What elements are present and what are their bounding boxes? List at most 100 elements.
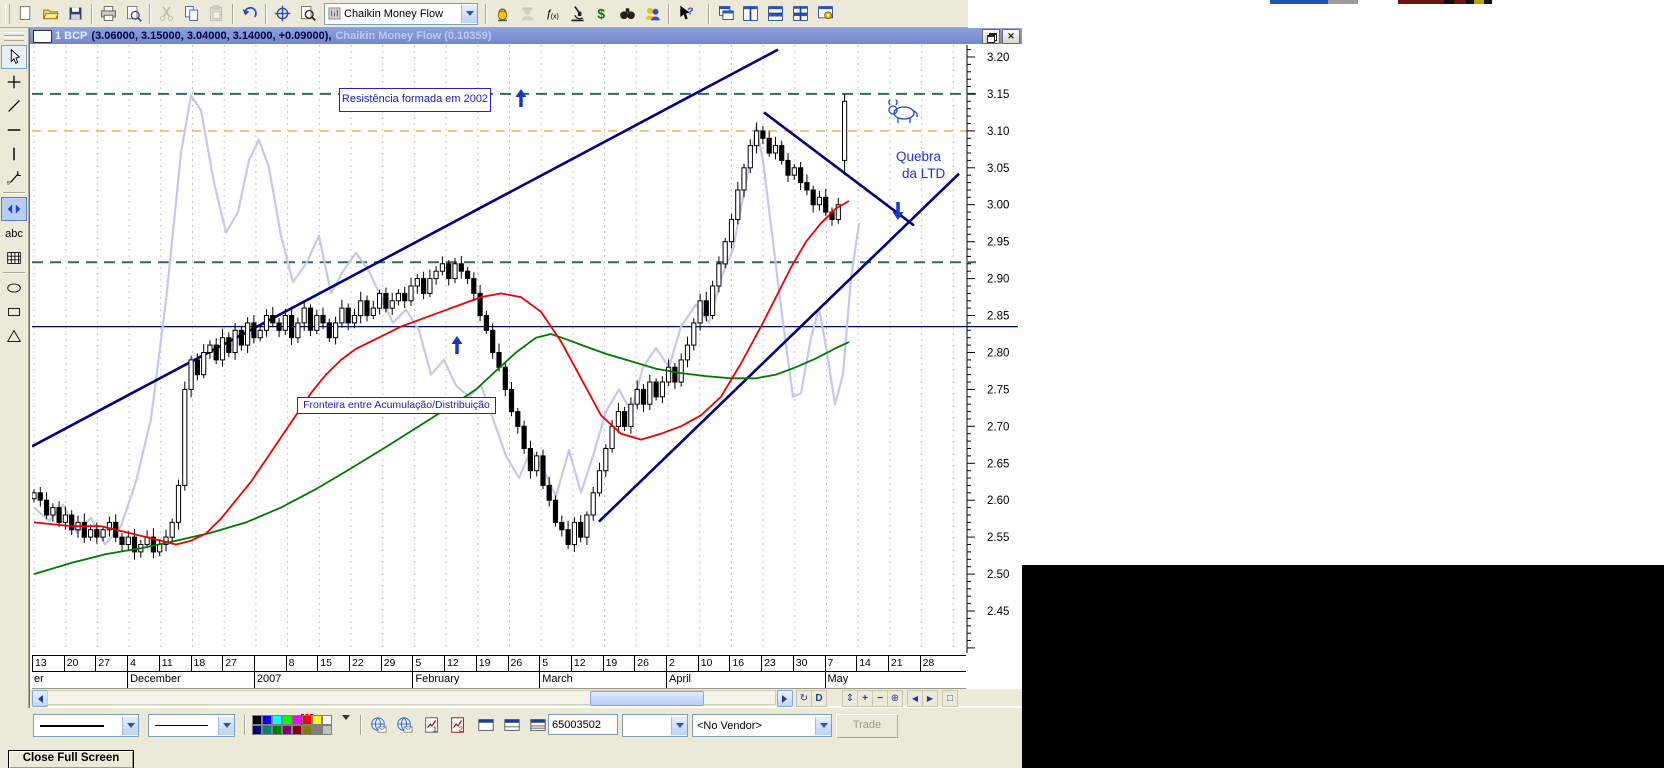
ellipse-tool-icon[interactable] bbox=[2, 277, 26, 299]
grid-tool-icon[interactable] bbox=[2, 247, 26, 269]
expert-advisor-icon[interactable] bbox=[515, 1, 540, 26]
explorer-icon[interactable] bbox=[565, 1, 590, 26]
tile-horizontal-icon[interactable] bbox=[763, 1, 788, 26]
toolbar-grip[interactable] bbox=[5, 3, 10, 24]
undo-icon[interactable] bbox=[237, 1, 262, 26]
annotation-quebra-ltd[interactable]: Quebra da LTD bbox=[896, 148, 976, 182]
scrollbar-thumb[interactable] bbox=[590, 691, 704, 706]
scroll-right-button[interactable] bbox=[777, 690, 793, 707]
palette-swatch[interactable] bbox=[282, 725, 292, 735]
rectangle-tool-icon[interactable] bbox=[2, 301, 26, 323]
palette-swatch[interactable] bbox=[272, 725, 282, 735]
palette-swatch[interactable] bbox=[292, 725, 302, 735]
palette-swatch[interactable] bbox=[272, 715, 282, 725]
trendline-tool-icon[interactable] bbox=[2, 95, 26, 117]
chevron-down-icon[interactable] bbox=[671, 716, 687, 735]
vertical-line-tool-icon[interactable] bbox=[2, 143, 26, 165]
palette-swatch[interactable] bbox=[322, 715, 332, 725]
palette-swatch[interactable] bbox=[252, 715, 262, 725]
layout-2-icon[interactable] bbox=[501, 714, 523, 735]
search-binoculars-icon[interactable] bbox=[615, 1, 640, 26]
window-fragment-strip bbox=[1484, 0, 1492, 4]
period-combo[interactable] bbox=[622, 714, 688, 737]
security-id-field[interactable] bbox=[548, 714, 618, 735]
scroll-pan-tool-icon[interactable] bbox=[1, 197, 27, 221]
vertical-fit-icon[interactable]: ⇕ bbox=[842, 690, 858, 707]
trade-button[interactable]: Trade bbox=[836, 714, 898, 738]
paste-icon[interactable] bbox=[204, 1, 229, 26]
palette-swatch[interactable] bbox=[312, 725, 322, 735]
chart-page-1-icon[interactable]: 1 bbox=[421, 714, 443, 735]
annotation-fronteira[interactable]: Fronteira entre Acumulação/Distribuição bbox=[297, 397, 496, 414]
alert-icon[interactable] bbox=[490, 1, 515, 26]
chart-plot-area[interactable]: 3.20 3.15 3.10 3.05 3.00 2.95 2.90 2.85 2.80 2.75… bbox=[32, 45, 1021, 655]
refresh-icon[interactable]: ↻ bbox=[796, 690, 812, 707]
x-axis-week-label: 4 bbox=[127, 656, 159, 672]
cascade-windows-icon[interactable] bbox=[713, 1, 738, 26]
pan-icon[interactable]: + bbox=[857, 690, 873, 707]
palette-dropdown-icon[interactable] bbox=[342, 715, 350, 741]
scrollbar-track[interactable] bbox=[47, 690, 776, 706]
copy-icon[interactable] bbox=[179, 1, 204, 26]
palette-swatch[interactable] bbox=[262, 715, 272, 725]
layout-1-icon[interactable] bbox=[475, 714, 497, 735]
page-left-icon[interactable]: ◀ bbox=[907, 690, 923, 707]
cut-icon[interactable] bbox=[154, 1, 179, 26]
crosshair-tool-icon[interactable] bbox=[2, 71, 26, 93]
zoom-out-icon[interactable]: − bbox=[872, 690, 888, 707]
periodicity-daily-button[interactable]: D bbox=[811, 690, 827, 707]
chevron-down-icon[interactable] bbox=[815, 716, 831, 735]
chart-title-bar[interactable]: 1 BCP (3.06000, 3.15000, 3.04000, 3.1400… bbox=[30, 28, 1023, 44]
window-restore-button[interactable] bbox=[982, 28, 1000, 44]
open-folder-icon[interactable] bbox=[38, 1, 63, 26]
indicator-quicklist-combo[interactable]: Chaikin Money Flow bbox=[324, 2, 478, 25]
system-tester-icon[interactable]: $ bbox=[590, 1, 615, 26]
annotation-resistencia[interactable]: Resistência formada em 2002 bbox=[339, 88, 491, 112]
vendor-combo[interactable]: <No Vendor> bbox=[692, 714, 832, 737]
window-close-button[interactable]: ✕ bbox=[1002, 28, 1020, 44]
palette-swatch[interactable] bbox=[322, 725, 332, 735]
line-style-combo[interactable] bbox=[33, 714, 139, 737]
mail-globe-icon[interactable] bbox=[367, 714, 389, 735]
x-axis-month-label: March bbox=[539, 672, 666, 688]
tile-vertical-icon[interactable] bbox=[738, 1, 763, 26]
print-preview-icon[interactable] bbox=[121, 1, 146, 26]
palette-swatch[interactable] bbox=[312, 715, 322, 725]
palette-swatch[interactable] bbox=[282, 715, 292, 725]
page-right-icon[interactable]: ▶ bbox=[922, 690, 938, 707]
line-weight-combo[interactable] bbox=[148, 714, 235, 737]
zoom-box-icon[interactable]: □ bbox=[942, 690, 958, 707]
window-options-gear-icon[interactable] bbox=[813, 1, 838, 26]
chart-page-2-icon[interactable]: 2 bbox=[447, 714, 469, 735]
new-icon[interactable] bbox=[13, 1, 38, 26]
palette-swatch[interactable] bbox=[262, 725, 272, 735]
mail-globe-2-icon[interactable] bbox=[393, 714, 415, 735]
zoom-find-icon[interactable] bbox=[295, 1, 320, 26]
palette-swatch[interactable] bbox=[301, 714, 313, 726]
close-full-screen-button[interactable]: Close Full Screen bbox=[8, 750, 134, 768]
help-pointer-icon[interactable]: ? bbox=[673, 1, 698, 26]
x-axis-week-label: 14 bbox=[856, 656, 888, 672]
tile-grid-icon[interactable] bbox=[788, 1, 813, 26]
save-icon[interactable] bbox=[63, 1, 88, 26]
x-axis-month-label: 2007 bbox=[253, 672, 413, 688]
horizontal-line-tool-icon[interactable] bbox=[2, 119, 26, 141]
chevron-down-icon[interactable] bbox=[122, 716, 138, 735]
palette-swatch[interactable] bbox=[252, 725, 262, 735]
zoom-in-icon[interactable]: ⊕ bbox=[887, 690, 903, 707]
palette-swatch[interactable] bbox=[292, 715, 302, 725]
semilog-trendline-tool-icon[interactable]: sL bbox=[2, 167, 26, 189]
layout-3-icon[interactable] bbox=[527, 714, 549, 735]
triangle-tool-icon[interactable] bbox=[2, 325, 26, 347]
chevron-down-icon[interactable] bbox=[461, 4, 477, 23]
print-icon[interactable] bbox=[96, 1, 121, 26]
chevron-down-icon[interactable] bbox=[218, 716, 234, 735]
contacts-icon[interactable] bbox=[640, 1, 665, 26]
x-axis-week-label: 27 bbox=[95, 656, 127, 672]
scroll-left-button[interactable] bbox=[32, 690, 48, 707]
pointer-tool-icon[interactable] bbox=[1, 45, 27, 69]
text-tool-icon[interactable]: abc bbox=[2, 223, 26, 245]
indicator-builder-fx-icon[interactable]: ƒ (x) bbox=[540, 1, 565, 26]
crosshair-icon[interactable] bbox=[270, 1, 295, 26]
palette-swatch[interactable] bbox=[302, 725, 312, 735]
